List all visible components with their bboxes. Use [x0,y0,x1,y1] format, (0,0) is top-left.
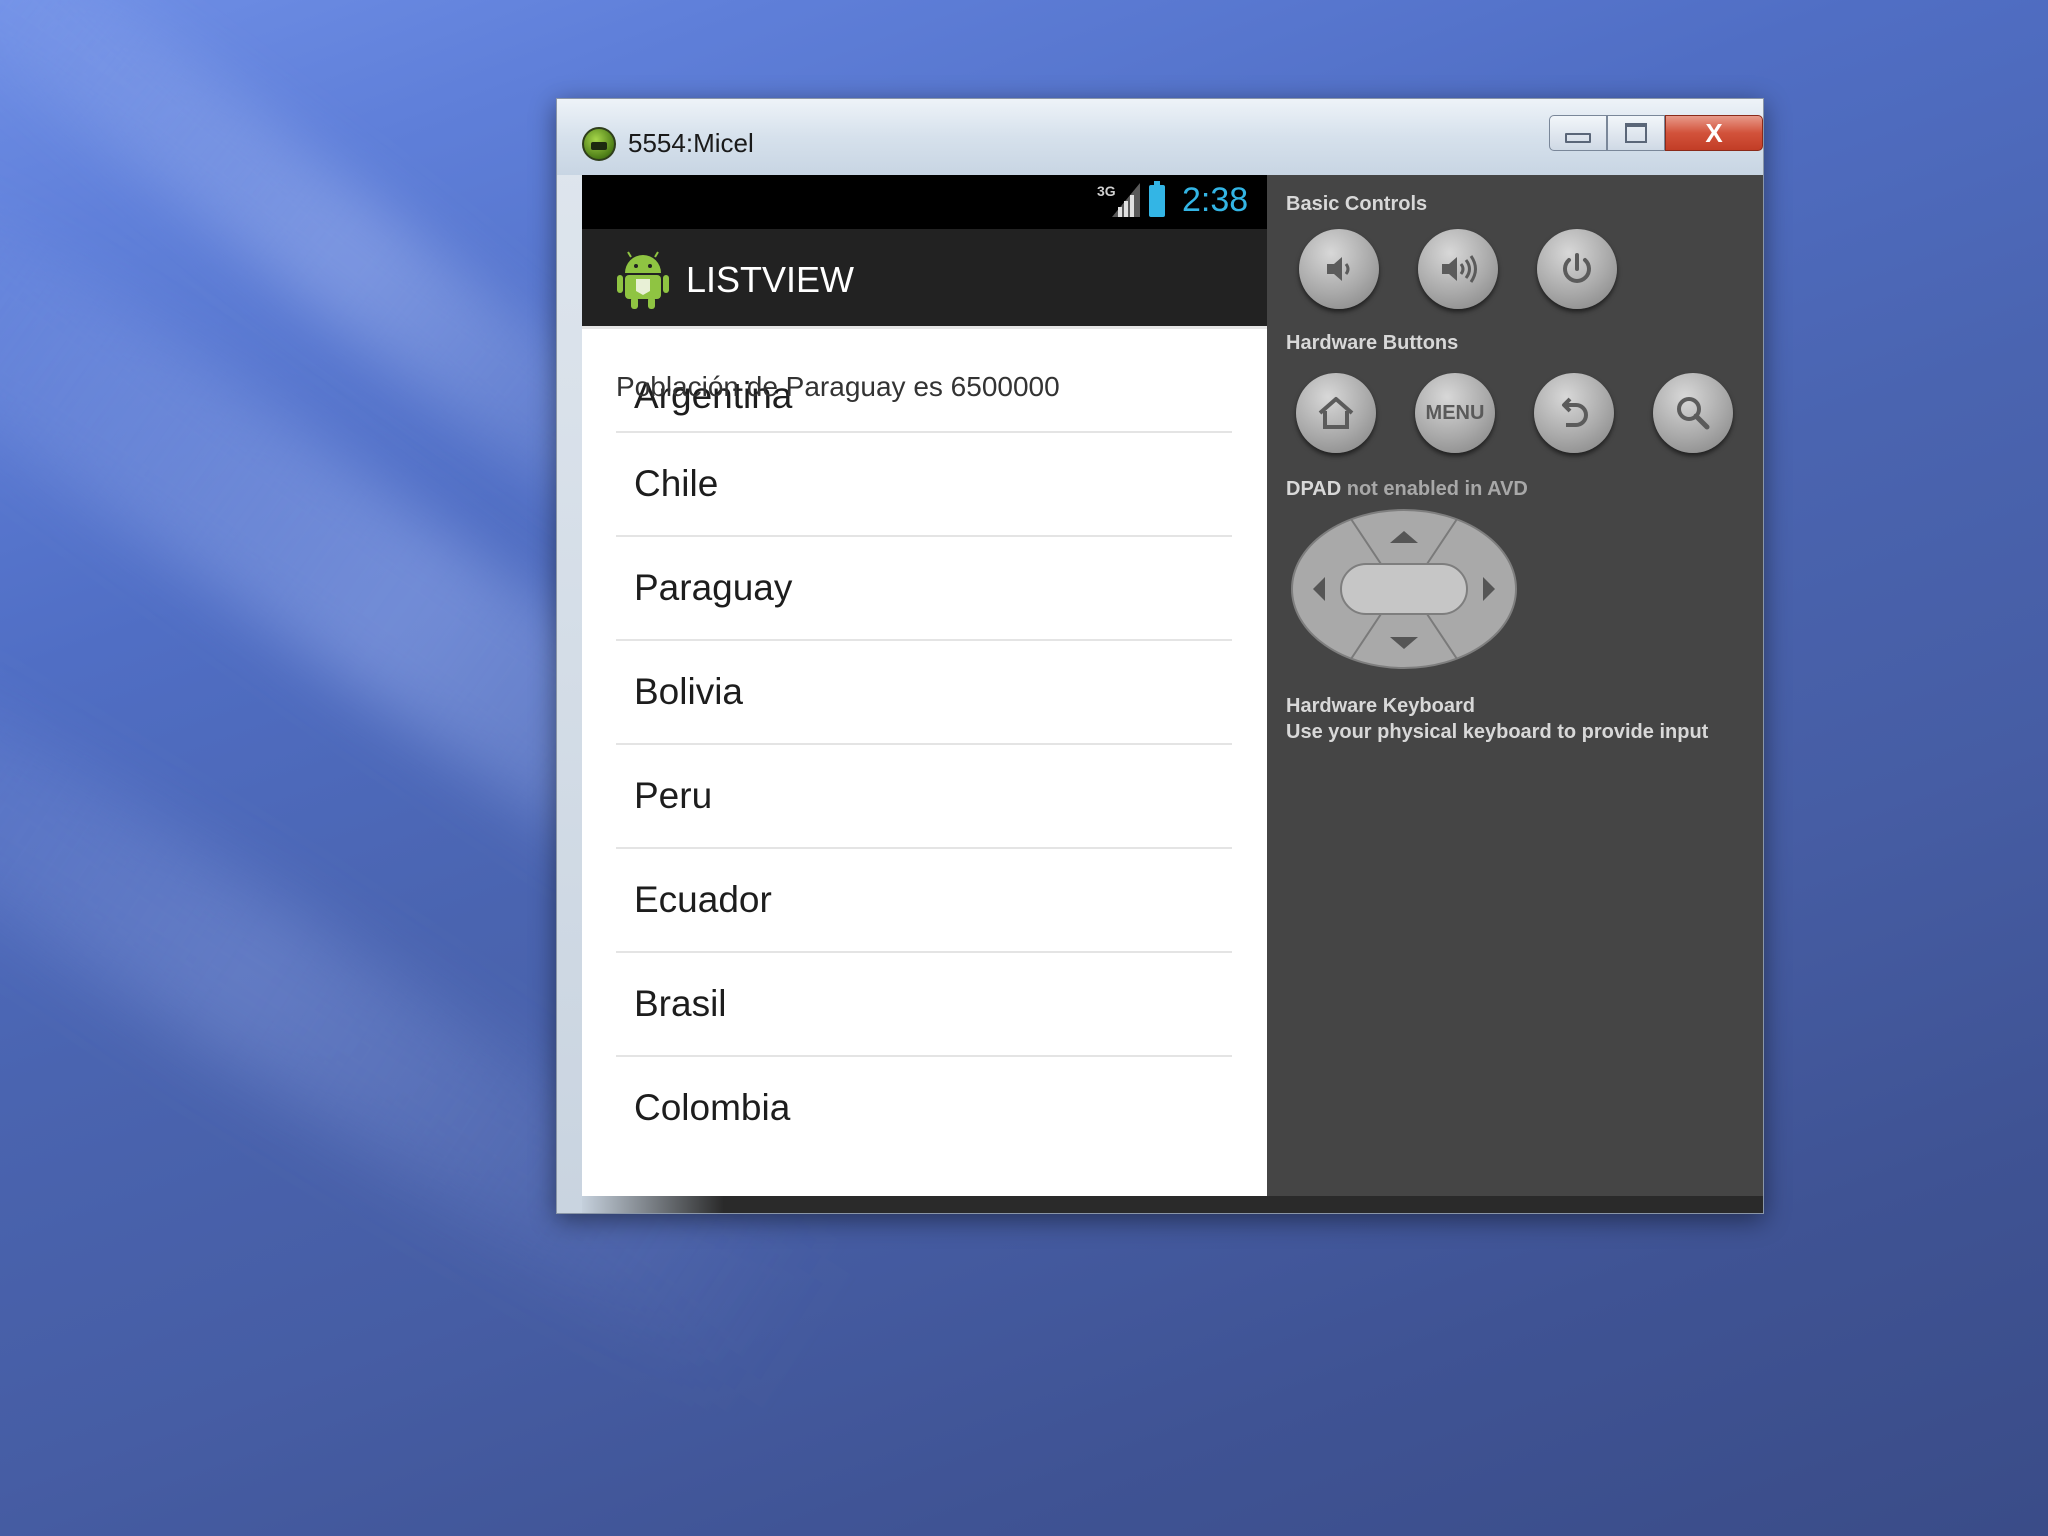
home-button[interactable] [1296,373,1376,453]
list-item[interactable]: Chile [616,433,1232,537]
list-item-label: Colombia [634,1087,791,1128]
keyboard-note: Use your physical keyboard to provide in… [1286,721,1709,743]
window-bottom-border [582,1196,1763,1213]
volume-down-icon [1327,257,1350,281]
status-bar: 3G 2:38 [582,175,1267,229]
home-icon [1318,397,1354,429]
toast-message: Población de Paraguay es 6500000 [616,371,1060,402]
keyboard-label: Hardware Keyboard [1286,695,1475,717]
emulator-app-icon [582,127,616,161]
emulator-controls-panel: Basic Controls Hardware Buttons MENU DPA… [1267,175,1763,1196]
dpad-label: DPAD not enabled in AVD [1286,478,1528,501]
basic-controls-label: Basic Controls [1286,193,1428,215]
list-item-label: Paraguay [634,567,793,608]
signal-icon [1112,183,1140,217]
maximize-icon [1625,123,1647,143]
back-icon [1562,397,1588,427]
volume-down-button[interactable] [1299,229,1379,309]
volume-up-icon [1442,255,1477,283]
list-item[interactable]: Peru [616,745,1232,849]
list-item[interactable]: Colombia [616,1057,1232,1161]
minimize-icon [1565,133,1591,143]
list-item[interactable]: Brasil [616,953,1232,1057]
dpad-note: not enabled in AVD [1346,478,1528,500]
title-bar[interactable]: 5554:Micel X [557,99,1763,175]
status-clock: 2:38 [1182,181,1249,219]
list-item-label: Bolivia [634,671,743,712]
power-icon [1563,253,1591,283]
search-icon [1677,397,1710,430]
list-item[interactable]: Bolivia [616,641,1232,745]
window-controls: X [1549,115,1763,151]
phone-screen: 3G 2:38 LISTVIEW Argentina Chile Paragua… [582,175,1267,1196]
volume-up-button[interactable] [1418,229,1498,309]
dpad-control[interactable] [1291,509,1517,669]
menu-button-label: MENU [1425,401,1485,424]
dpad-label-text: DPAD [1286,478,1342,500]
minimize-button[interactable] [1549,115,1607,151]
hardware-keyboard-info: Hardware Keyboard Use your physical keyb… [1286,693,1708,745]
list-item-label: Brasil [634,983,727,1024]
android-icon [617,251,669,309]
hardware-buttons-label: Hardware Buttons [1286,332,1459,354]
list-item-label: Peru [634,775,713,816]
list-item-label: Chile [634,463,719,504]
list-item[interactable]: Ecuador [616,849,1232,953]
list-item-label: Ecuador [634,879,772,920]
power-button[interactable] [1537,229,1617,309]
battery-icon [1149,181,1165,217]
back-button[interactable] [1534,373,1614,453]
emulator-window: 5554:Micel X 3G 2:38 LISTVIEW Argentina … [556,98,1764,1214]
action-bar: LISTVIEW [582,229,1267,329]
maximize-button[interactable] [1607,115,1665,151]
app-title: LISTVIEW [686,259,855,300]
menu-button[interactable]: MENU [1415,373,1495,453]
search-button[interactable] [1653,373,1733,453]
close-button[interactable]: X [1665,115,1763,151]
list-item[interactable]: Paraguay [616,537,1232,641]
window-title: 5554:Micel [628,128,754,158]
